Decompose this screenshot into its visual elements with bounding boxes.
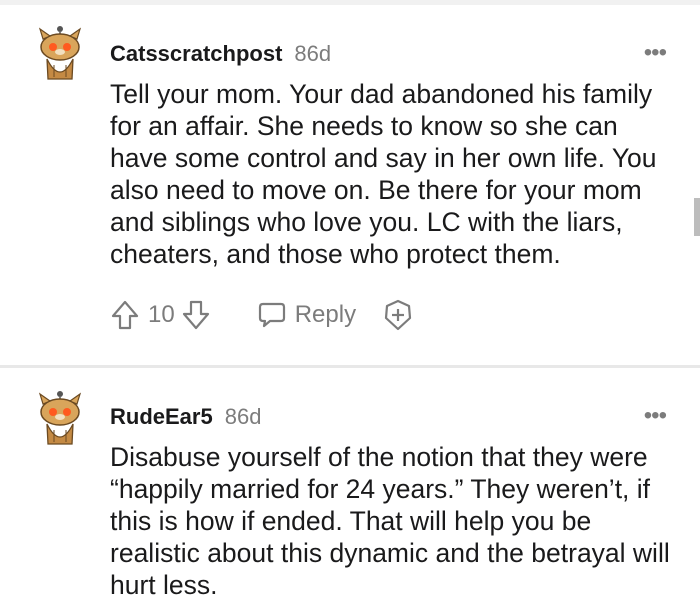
avatar-icon[interactable] — [34, 388, 86, 448]
vote-count: 10 — [148, 301, 175, 328]
more-options-icon[interactable]: ••• — [644, 39, 667, 67]
avatar-icon[interactable] — [34, 23, 86, 83]
comment-header: Catsscratchpost 86d — [110, 41, 331, 67]
comment-age: 86d — [294, 41, 332, 66]
username[interactable]: RudeEar5 — [110, 404, 213, 430]
speech-bubble-icon — [258, 302, 285, 328]
comment-header: RudeEar5 86d — [110, 404, 261, 430]
comment-age: 86d — [224, 404, 262, 429]
comment-actions: 10 Reply — [110, 295, 414, 335]
comment-body: Disabuse yourself of the notion that the… — [110, 442, 670, 600]
comment-2: RudeEar5 86d ••• Disabuse yourself of th… — [0, 368, 700, 615]
more-options-icon[interactable]: ••• — [644, 402, 667, 430]
downvote-icon[interactable] — [181, 299, 211, 331]
upvote-icon[interactable] — [110, 299, 140, 331]
username[interactable]: Catsscratchpost — [110, 41, 282, 67]
reply-label: Reply — [294, 301, 357, 328]
comment-1: Catsscratchpost 86d ••• Tell your mom. Y… — [0, 5, 700, 365]
scrollbar[interactable] — [694, 198, 700, 236]
award-plus-icon[interactable] — [382, 299, 414, 331]
reply-button[interactable]: Reply — [257, 300, 356, 330]
comment-body: Tell your mom. Your dad abandoned his fa… — [110, 79, 657, 269]
